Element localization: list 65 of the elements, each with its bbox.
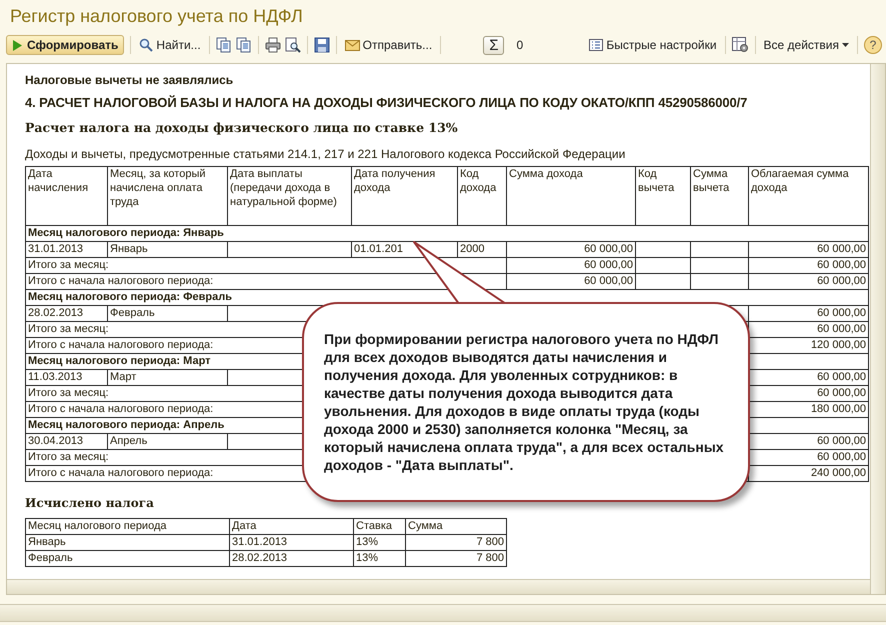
horizontal-scrollbar[interactable] (7, 579, 870, 594)
window-title: Регистр налогового учета по НДФЛ (9, 5, 304, 28)
all-actions-menu[interactable]: Все действия (762, 36, 851, 54)
table-cell: 7 800 (406, 550, 506, 566)
table-cell: 31.01.2013 (26, 242, 108, 258)
column-header: Сумма (406, 518, 506, 534)
send-button[interactable]: Отправить... (342, 36, 434, 54)
play-icon (12, 40, 22, 50)
table-cell: 60 000,00 (748, 274, 868, 290)
tax-section-title: Исчислено налога (25, 496, 155, 512)
sum-button[interactable]: Σ (483, 36, 504, 54)
table-cell: Январь (108, 242, 228, 258)
column-header: Дата (230, 518, 354, 534)
column-header: Ставка (354, 518, 406, 534)
table-cell: 60 000,00 (748, 306, 868, 322)
column-header: Сумма вычета (690, 166, 748, 226)
table-cell: 13% (354, 550, 406, 566)
column-header: Дата получения дохода (352, 166, 458, 226)
column-header: Месяц, за который начислена оплата труда (108, 166, 228, 226)
caret-icon (842, 43, 849, 47)
column-header: Код вычета (636, 166, 690, 226)
column-header: Дата выплаты (передачи дохода в натуральной форме) (228, 166, 352, 226)
generate-button[interactable]: Сформировать (6, 35, 124, 55)
vertical-scrollbar[interactable] (870, 64, 885, 594)
table-cell: Апрель (108, 434, 228, 450)
report-subheading: Расчет налога на доходы физического лица по ставке 13% (25, 120, 459, 137)
help-button[interactable]: ? (864, 36, 882, 54)
table-cell: 60 000,00 (748, 242, 868, 258)
table-cell: Февраль (108, 306, 228, 322)
table-cell: 30.04.2013 (26, 434, 108, 450)
table-gear-icon[interactable] (732, 37, 749, 53)
table-cell: 60 000,00 (506, 242, 636, 258)
table-cell: Февраль (26, 550, 230, 566)
report-heading: 4. РАСЧЕТ НАЛОГОВОЙ БАЗЫ И НАЛОГА НА ДОХОДЫ ФИЗИЧЕСКОГО ЛИЦА ПО КОДУ ОКАТО/КПП 45290586000/7 (25, 94, 748, 112)
envelope-icon (344, 40, 360, 50)
table-cell: 7 800 (406, 534, 506, 550)
list-settings-icon (589, 39, 604, 51)
table-cell: 28.02.2013 (230, 550, 354, 566)
column-header: Дата начисления (26, 166, 108, 226)
search-icon (139, 38, 154, 52)
preview-icon[interactable] (284, 37, 301, 53)
column-header: Код дохода (458, 166, 506, 226)
find-button[interactable]: Найти... (137, 36, 203, 54)
printer-icon[interactable] (264, 37, 281, 53)
table-cell: 11.03.2013 (26, 370, 108, 386)
column-header: Облагаемая сумма дохода (748, 166, 868, 226)
table-cell: 31.01.2013 (230, 534, 354, 550)
table-cell: 2000 (458, 242, 506, 258)
quick-settings-button[interactable]: Быстрые настройки (587, 36, 719, 54)
group-header: Месяц налогового периода: Январь (26, 226, 868, 242)
copy-document-icon[interactable] (236, 37, 252, 53)
table-cell: 28.02.2013 (26, 306, 108, 322)
table-cell: 13% (354, 534, 406, 550)
column-header: Сумма дохода (506, 166, 636, 226)
copy-document-icon[interactable] (216, 37, 232, 53)
table-caption: Доходы и вычеты, предусмотренные статьями 214.1, 217 и 221 Налогового кодекса Российской Федерации (25, 146, 626, 163)
table-cell: 60 000,00 (748, 258, 868, 274)
table-cell: 60 000,00 (506, 258, 636, 274)
sum-value: 0 (516, 38, 524, 52)
table-cell: Январь (26, 534, 230, 550)
note-text: Налоговые вычеты не заявлялись (25, 72, 234, 89)
table-cell: 60 000,00 (506, 274, 636, 290)
horizontal-scrollbar[interactable] (0, 604, 886, 622)
table-cell: Март (108, 370, 228, 386)
column-header: Месяц налогового периода (26, 518, 230, 534)
